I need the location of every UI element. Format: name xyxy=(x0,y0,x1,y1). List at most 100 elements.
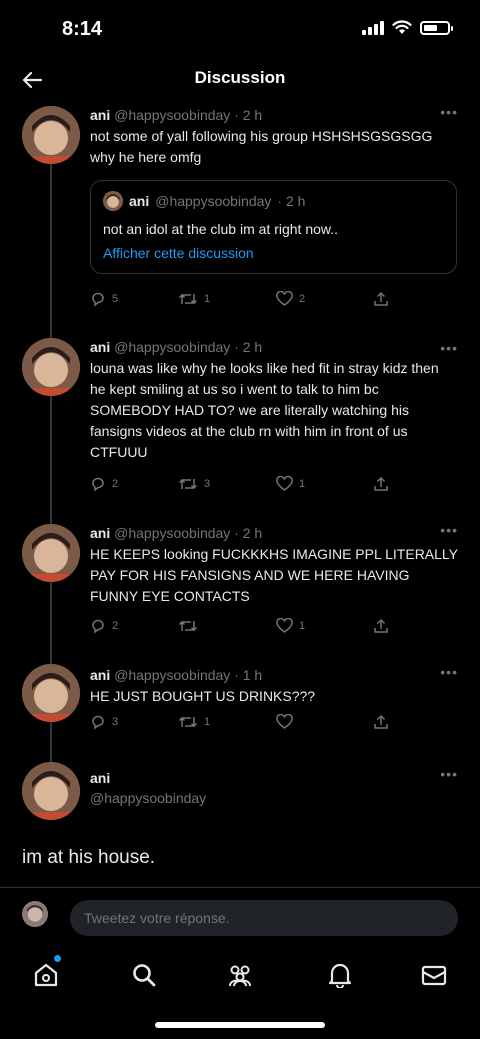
status-icons xyxy=(362,20,453,35)
author-handle[interactable]: @happysoobinday xyxy=(114,525,230,541)
retweet-icon xyxy=(178,620,198,632)
quote-tweet-card[interactable]: ani @happysoobinday · 2 h not an idol at… xyxy=(90,180,457,274)
avatar[interactable] xyxy=(22,762,80,820)
tweet-body: ani @happysoobinday · 2 h not some of ya… xyxy=(90,106,458,274)
author-handle[interactable]: @happysoobinday xyxy=(90,790,206,806)
avatar[interactable] xyxy=(22,524,80,582)
reply-bar xyxy=(0,887,480,949)
tweet-text: not some of yall following his group HSH… xyxy=(90,128,433,165)
share-icon xyxy=(374,476,388,491)
reply-button[interactable]: 3 xyxy=(90,714,118,730)
main-tweet-text: im at his house. xyxy=(22,847,156,868)
quote-author-name: ani xyxy=(129,193,150,209)
author-handle[interactable]: @happysoobinday xyxy=(114,667,230,683)
retweet-button[interactable] xyxy=(178,618,204,634)
home-indicator[interactable] xyxy=(155,1022,325,1028)
bottom-tab-bar xyxy=(0,949,480,1001)
retweet-button[interactable]: 1 xyxy=(178,291,210,307)
search-icon xyxy=(133,964,156,987)
more-icon[interactable]: ••• xyxy=(440,664,458,680)
wifi-icon xyxy=(392,20,412,34)
retweet-icon xyxy=(178,293,198,305)
author-name[interactable]: ani xyxy=(90,667,110,683)
retweet-icon xyxy=(178,716,198,728)
status-bar: 8:14 xyxy=(0,0,480,58)
tab-notifications[interactable] xyxy=(326,961,354,989)
show-thread-link[interactable]: Afficher cette discussion xyxy=(103,243,444,263)
avatar xyxy=(22,901,48,927)
author-name[interactable]: ani xyxy=(90,525,110,541)
heart-icon xyxy=(276,476,293,491)
tweet-meta: ani @happysoobinday · 2 h xyxy=(90,106,458,124)
tweet-body: ani @happysoobinday · 1 h HE JUST BOUGHT… xyxy=(90,666,458,707)
author-name[interactable]: ani xyxy=(90,770,206,786)
reply-icon xyxy=(92,715,104,730)
like-button[interactable] xyxy=(276,714,299,730)
like-button[interactable]: 2 xyxy=(276,291,305,307)
main-tweet-author[interactable]: ani @happysoobinday xyxy=(90,770,206,806)
battery-icon xyxy=(420,20,453,35)
retweet-count: 3 xyxy=(204,478,211,490)
share-button[interactable] xyxy=(373,291,389,307)
share-icon xyxy=(374,714,388,729)
tab-home[interactable] xyxy=(32,961,60,989)
quote-tweet-meta: ani @happysoobinday · 2 h xyxy=(103,191,444,211)
more-icon[interactable]: ••• xyxy=(440,766,458,782)
avatar xyxy=(103,191,123,211)
page-title: Discussion xyxy=(194,68,286,87)
share-icon xyxy=(374,291,388,306)
tweet-text: louna was like why he looks like hed fit… xyxy=(90,360,439,460)
share-button[interactable] xyxy=(373,714,389,730)
tab-messages[interactable] xyxy=(420,961,448,989)
reply-button[interactable]: 5 xyxy=(90,291,118,307)
tweet-meta: ani @happysoobinday · 2 h xyxy=(90,338,458,356)
more-icon[interactable]: ••• xyxy=(440,340,458,356)
like-count: 1 xyxy=(299,478,306,490)
reply-count: 2 xyxy=(112,620,119,632)
tab-search[interactable] xyxy=(130,961,158,989)
like-button[interactable]: 1 xyxy=(276,618,305,634)
tweet-meta: ani @happysoobinday · 1 h xyxy=(90,666,458,684)
reply-button[interactable]: 2 xyxy=(90,476,118,492)
tweet-meta: ani @happysoobinday · 2 h xyxy=(90,524,458,542)
heart-icon xyxy=(276,618,293,633)
reply-button[interactable]: 2 xyxy=(90,618,118,634)
retweet-button[interactable]: 1 xyxy=(178,714,210,730)
author-name[interactable]: ani xyxy=(90,107,110,123)
home-icon xyxy=(34,963,58,987)
tweet-text: HE KEEPS looking FUCKKKHS IMAGINE PPL LI… xyxy=(90,546,458,604)
share-button[interactable] xyxy=(373,476,389,492)
reply-icon xyxy=(92,292,104,307)
like-button[interactable]: 1 xyxy=(276,476,305,492)
retweet-button[interactable]: 3 xyxy=(178,476,210,492)
reply-icon xyxy=(92,477,104,492)
reply-input[interactable] xyxy=(70,900,458,936)
tab-communities[interactable] xyxy=(226,961,254,989)
tweet-time: · 1 h xyxy=(234,667,263,683)
heart-icon xyxy=(276,291,293,306)
tweet-text: HE JUST BOUGHT US DRINKS??? xyxy=(90,688,316,704)
author-handle[interactable]: @happysoobinday xyxy=(114,107,230,123)
share-icon xyxy=(374,618,388,633)
conversation-timeline[interactable]: ani @happysoobinday · 2 h not some of ya… xyxy=(0,102,480,887)
author-name[interactable]: ani xyxy=(90,339,110,355)
tweet-actions: 2 3 1 xyxy=(90,476,390,496)
retweet-count: 1 xyxy=(204,716,211,728)
more-icon[interactable]: ••• xyxy=(440,522,458,538)
quote-tweet-time: · 2 h xyxy=(277,193,306,209)
quote-tweet-text: not an idol at the club im at right now.… xyxy=(103,221,339,237)
author-handle[interactable]: @happysoobinday xyxy=(114,339,230,355)
tweet-actions: 2 1 xyxy=(90,618,390,638)
like-count: 1 xyxy=(299,620,306,632)
more-icon[interactable]: ••• xyxy=(440,104,458,120)
tweet-actions: 5 1 2 xyxy=(90,291,390,311)
reply-count: 5 xyxy=(112,293,119,305)
avatar[interactable] xyxy=(22,664,80,722)
tweet-actions: 3 1 xyxy=(90,714,390,734)
share-button[interactable] xyxy=(373,618,389,634)
avatar[interactable] xyxy=(22,338,80,396)
avatar[interactable] xyxy=(22,106,80,164)
reply-count: 3 xyxy=(112,716,119,728)
bell-icon xyxy=(328,963,352,988)
quote-author-handle: @happysoobinday xyxy=(155,193,272,209)
